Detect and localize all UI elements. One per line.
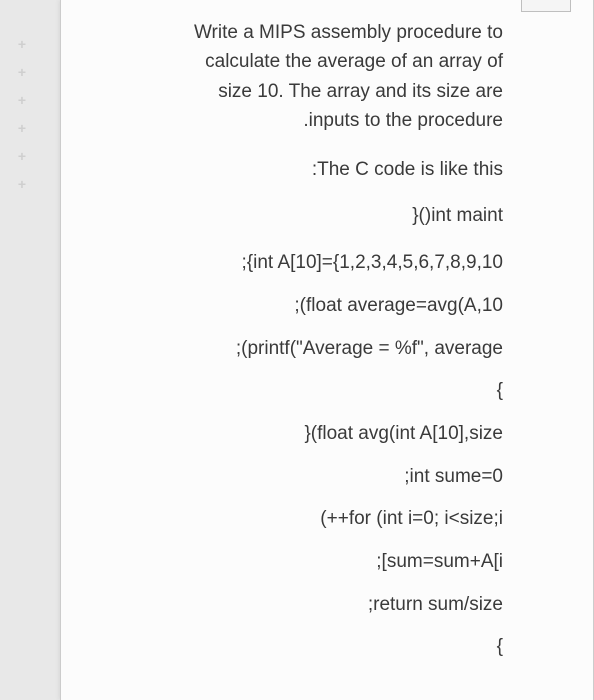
code-line: ;(float average=avg(A,10 [99,294,503,319]
code-line: }()int maint [99,204,503,229]
gutter-mark: + [0,170,44,198]
intro-line: calculate the average of an array of [99,47,503,76]
gutter-mark: + [0,142,44,170]
left-gutter: + + + + + + [0,0,60,700]
intro-line: .inputs to the procedure [99,106,503,135]
code-line: (++for (int i=0; i<size;i [99,507,503,532]
gutter-mark: + [0,30,44,58]
code-line: ;return sum/size [99,593,503,618]
intro-paragraph: Write a MIPS assembly procedure to calcu… [99,18,503,136]
code-line: { [99,379,503,404]
code-line: ;int sume=0 [99,465,503,490]
gutter-mark: + [0,114,44,142]
intro-line: Write a MIPS assembly procedure to [99,18,503,47]
corner-widget [521,0,571,12]
code-line: ;{int A[10]={1,2,3,4,5,6,7,8,9,10 [99,251,503,276]
document-paper: Write a MIPS assembly procedure to calcu… [60,0,594,700]
gutter-mark: + [0,86,44,114]
document-content: Write a MIPS assembly procedure to calcu… [61,0,593,660]
intro-line: size 10. The array and its size are [99,77,503,106]
gutter-mark: + [0,58,44,86]
code-line: :The C code is like this [99,158,503,183]
code-line: { [99,635,503,660]
page-container: + + + + + + Write a MIPS assembly proced… [0,0,594,700]
code-line: ;[sum=sum+A[i [99,550,503,575]
code-line: }(float avg(int A[10],size [99,422,503,447]
code-line: ;(printf("Average = %f", average [99,337,503,362]
